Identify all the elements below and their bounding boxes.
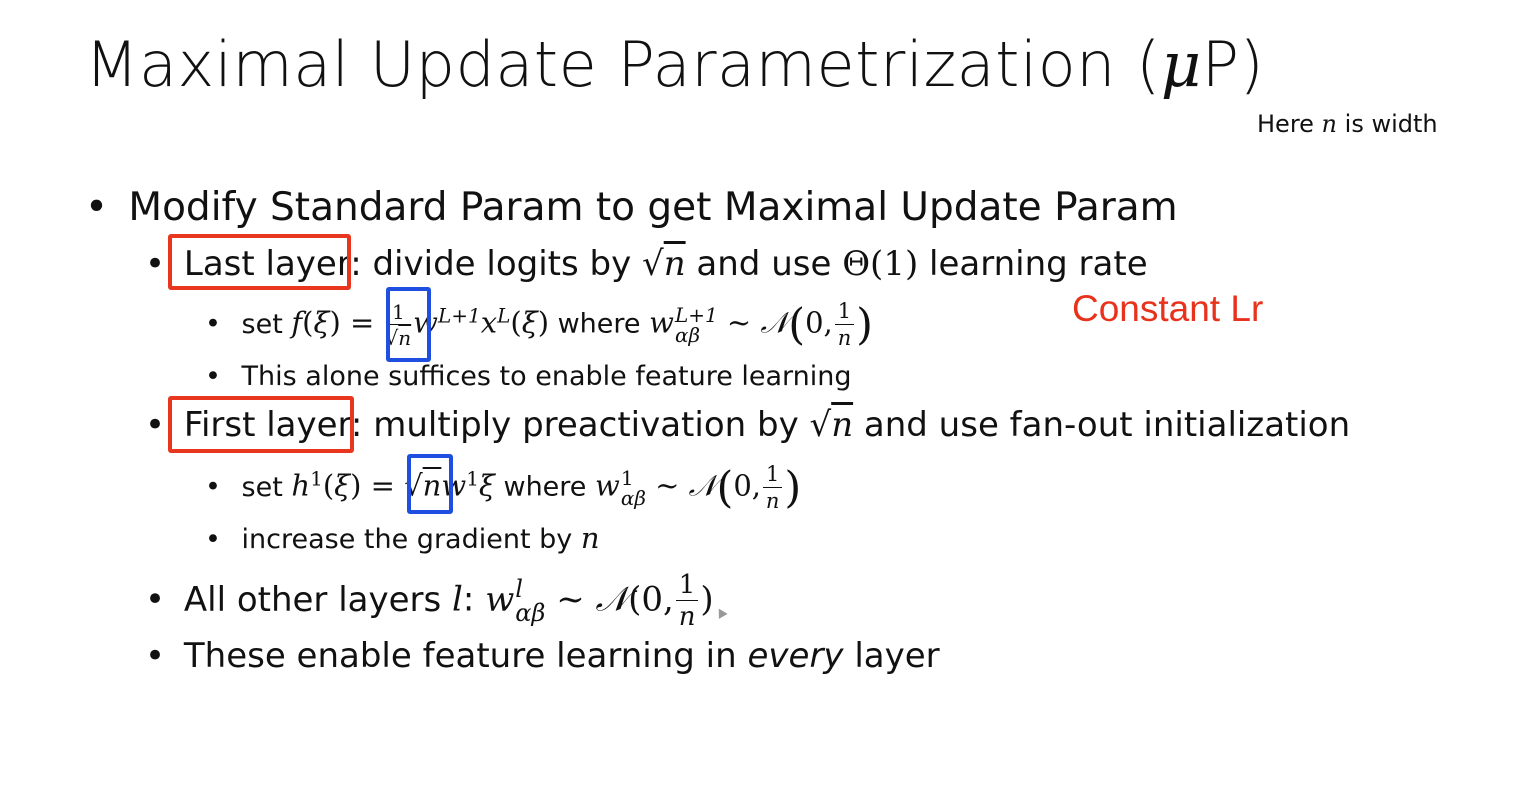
bullet-increase-gradient: • increase the gradient by n [205, 521, 600, 555]
bullet-glyph: • [205, 361, 221, 392]
bullet-glyph: • [85, 185, 109, 230]
bullet-alone-suffices: • This alone suffices to enable feature … [205, 361, 852, 392]
last-layer-highlight-box [168, 234, 351, 290]
sqrt-n-highlight-box [407, 454, 453, 514]
bullet-modify-param: • Modify Standard Param to get Maximal U… [85, 185, 1178, 230]
inv-sqrt-n-highlight-box [386, 287, 431, 362]
bullet-every-layer: • These enable feature learning in every… [145, 636, 940, 676]
bullet-glyph: • [205, 524, 221, 555]
bullet-glyph: • [145, 405, 166, 445]
bullet-glyph: • [145, 244, 166, 284]
bullet-set-h: • set h1(ξ) = √nw1ξ where w 1 αβ ~ 𝒩(0, 1 n) [205, 462, 802, 513]
bullet-glyph: • [205, 308, 221, 340]
bullet-other-layers: • All other layers l: w l αβ ~ 𝒩(0, 1 n) [145, 570, 714, 632]
bullet-glyph: • [145, 579, 166, 620]
width-note: Here n is width [1257, 110, 1438, 138]
bullet-set-f: • set f(ξ) = 1 √n wL+1xL(ξ) where w L+1 αβ ~… [205, 299, 874, 350]
constant-lr-annotation: Constant Lr [1072, 288, 1264, 329]
mouse-cursor-icon [714, 606, 728, 619]
bullet-glyph: • [145, 636, 166, 676]
slide-title: Maximal Update Parametrization (μP) [85, 28, 1265, 101]
first-layer-highlight-box [168, 396, 354, 453]
bullet-glyph: • [205, 471, 221, 503]
